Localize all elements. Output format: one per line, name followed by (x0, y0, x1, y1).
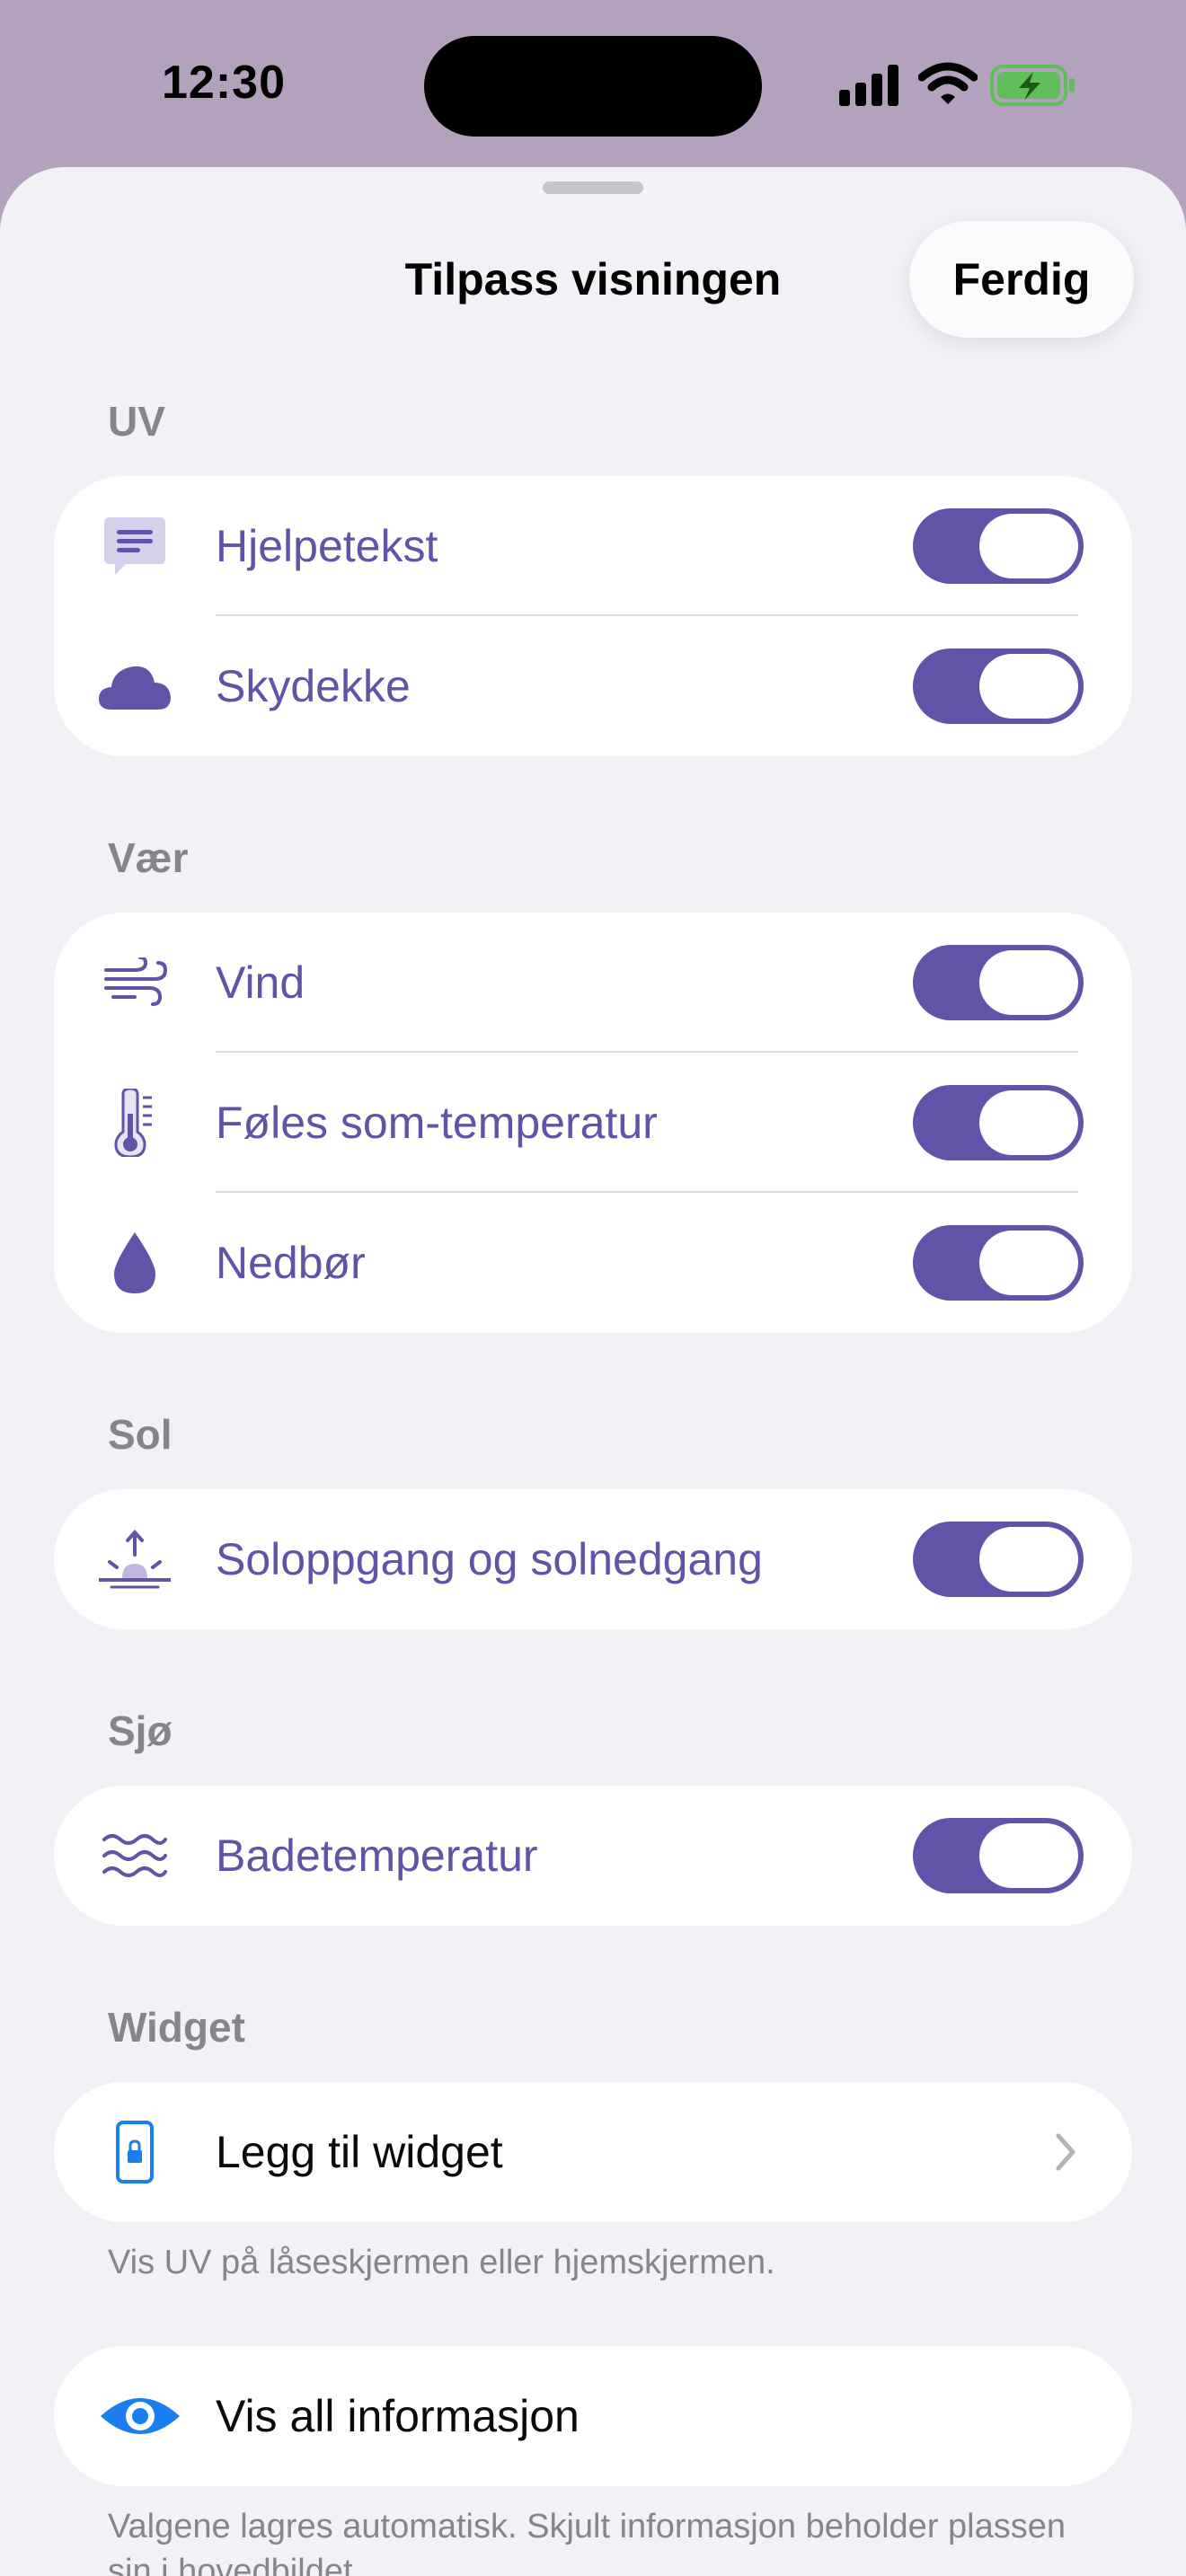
widget-card[interactable]: Legg til widget (54, 2082, 1132, 2222)
toggle-knob (979, 514, 1078, 578)
wind-toggle[interactable] (913, 945, 1084, 1020)
waves-icon (99, 1820, 171, 1892)
toggle-knob (979, 1823, 1078, 1888)
water-temperature-label: Badetemperatur (216, 1831, 538, 1881)
section-header-sea: Sjø (108, 1707, 173, 1754)
chevron-right-icon (1056, 2133, 1075, 2171)
help-text-label: Hjelpetekst (216, 521, 438, 571)
dynamic-island (424, 36, 762, 137)
help-text-toggle[interactable] (913, 508, 1084, 584)
sheet-grabber[interactable] (543, 181, 643, 194)
toggle-knob (979, 950, 1078, 1015)
widget-footnote: Vis UV på låseskjermen eller hjemskjerme… (108, 2244, 775, 2281)
row-feels-like: Føles som-temperatur (54, 1053, 1132, 1193)
uv-card: Hjelpetekst Skydekke (54, 476, 1132, 756)
raindrop-icon (99, 1227, 171, 1299)
row-water-temperature: Badetemperatur (54, 1786, 1132, 1926)
cloud-cover-label: Skydekke (216, 661, 411, 711)
toggle-knob (979, 1527, 1078, 1592)
precipitation-toggle[interactable] (913, 1225, 1084, 1301)
cellular-signal-icon (839, 65, 898, 106)
feels-like-label: Føles som-temperatur (216, 1098, 658, 1148)
toggle-knob (979, 1090, 1078, 1155)
row-cloud-cover: Skydekke (54, 616, 1132, 756)
sunrise-sunset-toggle[interactable] (913, 1522, 1084, 1597)
phone-lock-icon (99, 2116, 171, 2188)
precipitation-label: Nedbør (216, 1238, 366, 1288)
toggle-knob (979, 1231, 1078, 1295)
thermometer-icon (99, 1087, 171, 1159)
row-wind: Vind (54, 913, 1132, 1053)
customize-view-sheet: Tilpass visningen Ferdig UV Hjelpetekst (0, 167, 1186, 2576)
done-button[interactable]: Ferdig (909, 221, 1134, 338)
cloud-icon (99, 650, 171, 722)
row-help-text: Hjelpetekst (54, 476, 1132, 616)
sun-card: Soloppgang og solnedgang (54, 1489, 1132, 1629)
sunrise-icon (99, 1523, 171, 1595)
weather-card: Vind Føles som-temperatur Nedbør (54, 913, 1132, 1333)
feels-like-toggle[interactable] (913, 1085, 1084, 1160)
add-widget-label: Legg til widget (216, 2127, 503, 2177)
row-precipitation: Nedbør (54, 1193, 1132, 1333)
cloud-cover-toggle[interactable] (913, 648, 1084, 724)
water-temperature-toggle[interactable] (913, 1818, 1084, 1893)
eye-icon (99, 2380, 181, 2452)
row-add-widget[interactable]: Legg til widget (54, 2082, 1132, 2222)
sea-card: Badetemperatur (54, 1786, 1132, 1926)
section-header-weather: Vær (108, 834, 189, 881)
wind-icon (99, 947, 171, 1019)
text-bubble-icon (99, 510, 171, 582)
section-header-widget: Widget (108, 2004, 245, 2051)
wifi-icon (918, 62, 978, 104)
section-header-sun: Sol (108, 1411, 173, 1458)
status-bar: 12:30 (0, 0, 1186, 171)
status-time: 12:30 (162, 57, 286, 109)
all-info-card[interactable]: Vis all informasjon (54, 2346, 1132, 2486)
wind-label: Vind (216, 957, 305, 1008)
battery-charging-icon (990, 65, 1075, 106)
show-all-info-label: Vis all informasjon (216, 2391, 580, 2441)
row-show-all-info[interactable]: Vis all informasjon (54, 2346, 1132, 2486)
sunrise-sunset-label: Soloppgang og solnedgang (216, 1534, 763, 1584)
section-header-uv: UV (108, 398, 165, 445)
toggle-knob (979, 654, 1078, 719)
autosave-footnote: Valgene lagres automatisk. Skjult inform… (108, 2508, 1067, 2576)
row-sunrise-sunset: Soloppgang og solnedgang (54, 1489, 1132, 1629)
